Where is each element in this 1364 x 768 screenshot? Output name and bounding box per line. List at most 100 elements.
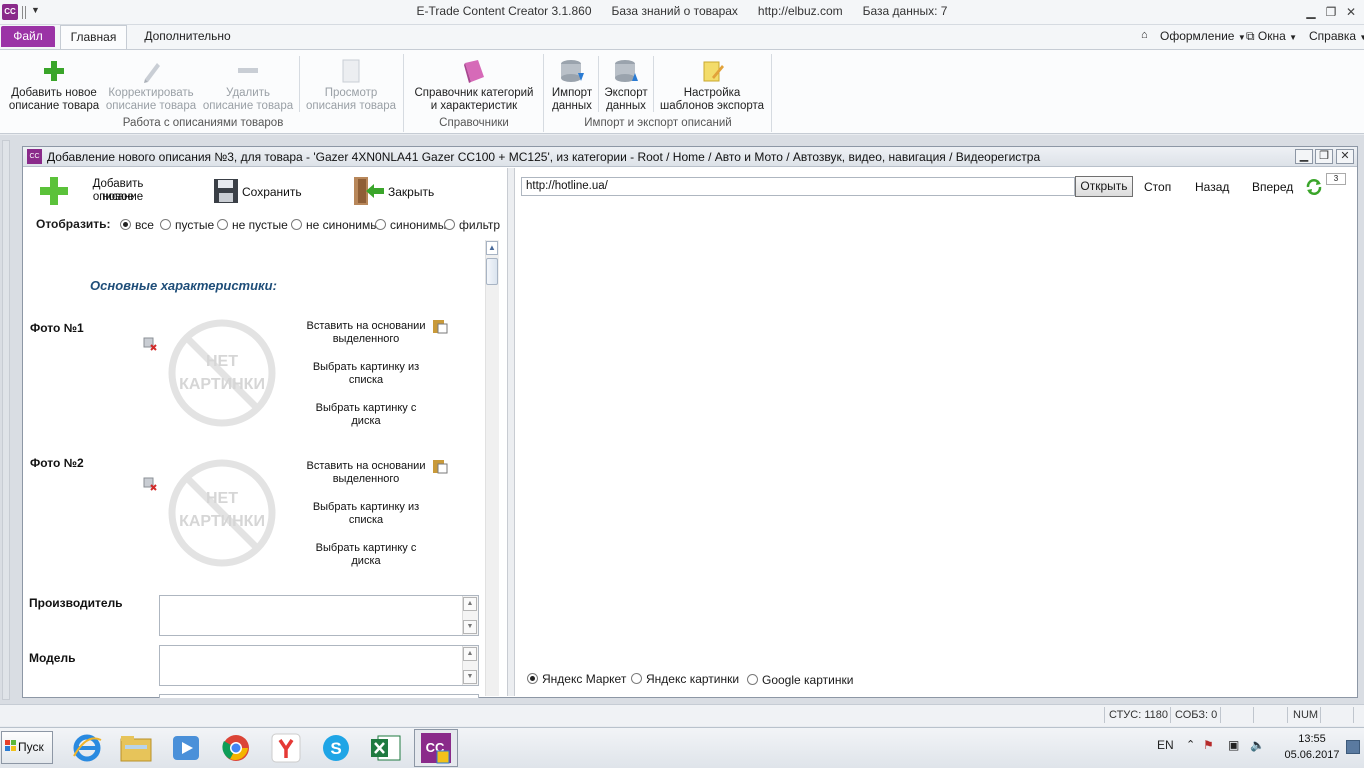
- scroll-up-icon[interactable]: ▲: [463, 597, 477, 611]
- tray-expand-icon[interactable]: ⌃: [1186, 738, 1195, 751]
- close-icon[interactable]: ✕: [1341, 3, 1361, 21]
- yandex-browser-icon[interactable]: [268, 731, 304, 765]
- tab-count-indicator[interactable]: 3: [1326, 173, 1346, 185]
- categories-reference-button[interactable]: Справочник категорий и характеристик: [408, 57, 540, 113]
- paste-from-selection-link[interactable]: Вставить на основании выделенного: [301, 320, 431, 346]
- edit-description-button[interactable]: Корректировать описание товара: [104, 57, 198, 113]
- import-data-button[interactable]: Импорт данных: [547, 57, 597, 113]
- windows-icon: ⧉: [1246, 29, 1255, 43]
- side-panel-grip[interactable]: [2, 140, 10, 700]
- pick-from-list-link[interactable]: Выбрать картинку из списка: [301, 361, 431, 387]
- pick-from-disk-link[interactable]: Выбрать картинку с диска: [301, 542, 431, 568]
- edit-description-label2: описание товара: [105, 100, 197, 112]
- language-indicator[interactable]: EN: [1157, 738, 1174, 752]
- manufacturer-field[interactable]: [159, 595, 479, 636]
- vertical-scrollbar[interactable]: [485, 240, 499, 696]
- database-import-icon: [561, 60, 584, 82]
- ribbon-group-import-export-label: Импорт и экспорт описаний: [584, 117, 732, 129]
- status-sobz: СОБЗ: 0: [1175, 709, 1218, 721]
- skype-icon[interactable]: S: [318, 731, 354, 765]
- content-creator-icon[interactable]: CC: [418, 731, 454, 765]
- scroll-down-icon[interactable]: ▼: [463, 620, 477, 634]
- scroll-up-icon[interactable]: ▲: [486, 241, 498, 255]
- minimize-icon[interactable]: ▁: [1301, 3, 1321, 21]
- view-description-button[interactable]: Просмотр описания товара: [302, 57, 400, 113]
- export-templates-button[interactable]: Настройка шаблонов экспорта: [656, 57, 768, 113]
- child-restore-icon[interactable]: ❐: [1315, 149, 1333, 164]
- source-label: Яндекс картинки: [646, 672, 740, 686]
- network-warning-icon[interactable]: ⚑: [1203, 738, 1214, 752]
- pick-from-list-link[interactable]: Выбрать картинку из списка: [301, 501, 431, 527]
- restore-icon[interactable]: ❐: [1321, 3, 1341, 21]
- scrollbar-thumb[interactable]: [486, 258, 498, 285]
- browser-view[interactable]: [520, 200, 1356, 666]
- tab-extra[interactable]: Дополнительно: [135, 26, 240, 47]
- windows-menu[interactable]: ⧉ Окна ▼: [1246, 29, 1297, 44]
- source-yandex-images[interactable]: Яндекс картинки: [631, 672, 739, 686]
- explorer-icon[interactable]: [118, 731, 154, 765]
- export-data-button[interactable]: Экспорт данных: [600, 57, 652, 113]
- pick-from-list-label1: Выбрать картинку из: [312, 501, 420, 513]
- ribbon-collapse-icon[interactable]: ⌂: [1141, 29, 1148, 41]
- child-minimize-icon[interactable]: ▁: [1295, 149, 1313, 164]
- document-icon: [342, 59, 360, 83]
- child-window-icon: CC: [27, 149, 42, 164]
- chrome-icon[interactable]: [218, 731, 254, 765]
- clipboard-paste-icon[interactable]: [432, 458, 448, 474]
- filter-option-label: синонимы: [390, 218, 447, 232]
- manufacturer-label: Производитель: [29, 596, 123, 610]
- url-input[interactable]: http://hotline.ua/: [521, 177, 1075, 196]
- show-desktop-icon[interactable]: [1346, 740, 1360, 754]
- add-description-toolbar-button[interactable]: Добавить новое описание: [36, 175, 166, 209]
- scroll-down-icon[interactable]: ▼: [463, 670, 477, 684]
- pencil-icon: [144, 63, 160, 83]
- model-field[interactable]: [159, 645, 479, 686]
- filter-option-empty[interactable]: пустые: [160, 218, 214, 232]
- save-button[interactable]: Сохранить: [210, 175, 310, 209]
- stop-button[interactable]: Стоп: [1144, 180, 1171, 194]
- filter-option-all[interactable]: все: [120, 218, 154, 232]
- view-description-label2: описания товара: [305, 100, 397, 112]
- child-close-icon[interactable]: ✕: [1336, 149, 1354, 164]
- delete-photo-icon[interactable]: [143, 337, 157, 351]
- filter-option-not-synonyms[interactable]: не синонимы: [291, 218, 379, 232]
- pick-from-disk-label1: Выбрать картинку с: [315, 542, 417, 554]
- clock-date: 05.06.2017: [1284, 749, 1340, 761]
- help-menu-label: Справка: [1309, 29, 1357, 43]
- design-menu-label: Оформление: [1160, 29, 1235, 43]
- filter-option-not-empty[interactable]: не пустые: [217, 218, 288, 232]
- status-separator: [1287, 707, 1288, 723]
- add-description-button[interactable]: Добавить новое описание товара: [6, 57, 102, 113]
- plus-icon: [44, 61, 64, 81]
- delete-photo-icon[interactable]: [143, 477, 157, 491]
- tab-file[interactable]: Файл: [1, 26, 55, 47]
- clock-time: 13:55: [1298, 733, 1326, 745]
- tab-main[interactable]: Главная: [60, 25, 127, 50]
- scroll-up-icon[interactable]: ▲: [463, 647, 477, 661]
- volume-icon[interactable]: 🔈: [1250, 738, 1265, 752]
- design-menu[interactable]: Оформление ▼: [1160, 29, 1246, 43]
- pick-from-disk-link[interactable]: Выбрать картинку с диска: [301, 402, 431, 428]
- refresh-icon[interactable]: [1305, 178, 1323, 196]
- source-google-images[interactable]: Google картинки: [747, 673, 853, 687]
- excel-icon[interactable]: [368, 731, 404, 765]
- media-player-icon[interactable]: [168, 731, 204, 765]
- delete-description-button[interactable]: Удалить описание товара: [200, 57, 296, 113]
- open-button[interactable]: Открыть: [1075, 176, 1133, 197]
- clipboard-paste-icon[interactable]: [432, 318, 448, 334]
- back-button[interactable]: Назад: [1195, 180, 1229, 194]
- clock[interactable]: 13:55 05.06.2017: [1282, 731, 1342, 763]
- close-button[interactable]: Закрыть: [350, 175, 440, 209]
- panel-splitter[interactable]: [507, 168, 515, 696]
- filter-option-synonyms[interactable]: синонимы: [375, 218, 446, 232]
- next-field[interactable]: [159, 694, 479, 698]
- filter-option-filter[interactable]: фильтр: [444, 218, 500, 232]
- paste-from-selection-link[interactable]: Вставить на основании выделенного: [301, 460, 431, 486]
- windows-menu-label: Окна: [1257, 29, 1286, 43]
- no-image-text-line2: КАРТИНКИ: [179, 513, 265, 530]
- help-menu[interactable]: Справка ▼: [1309, 29, 1364, 43]
- tray-app-icon[interactable]: ▣: [1228, 738, 1239, 752]
- ie-icon[interactable]: [69, 731, 105, 765]
- forward-button[interactable]: Вперед: [1252, 180, 1293, 194]
- source-yandex-market[interactable]: Яндекс Маркет: [527, 672, 626, 686]
